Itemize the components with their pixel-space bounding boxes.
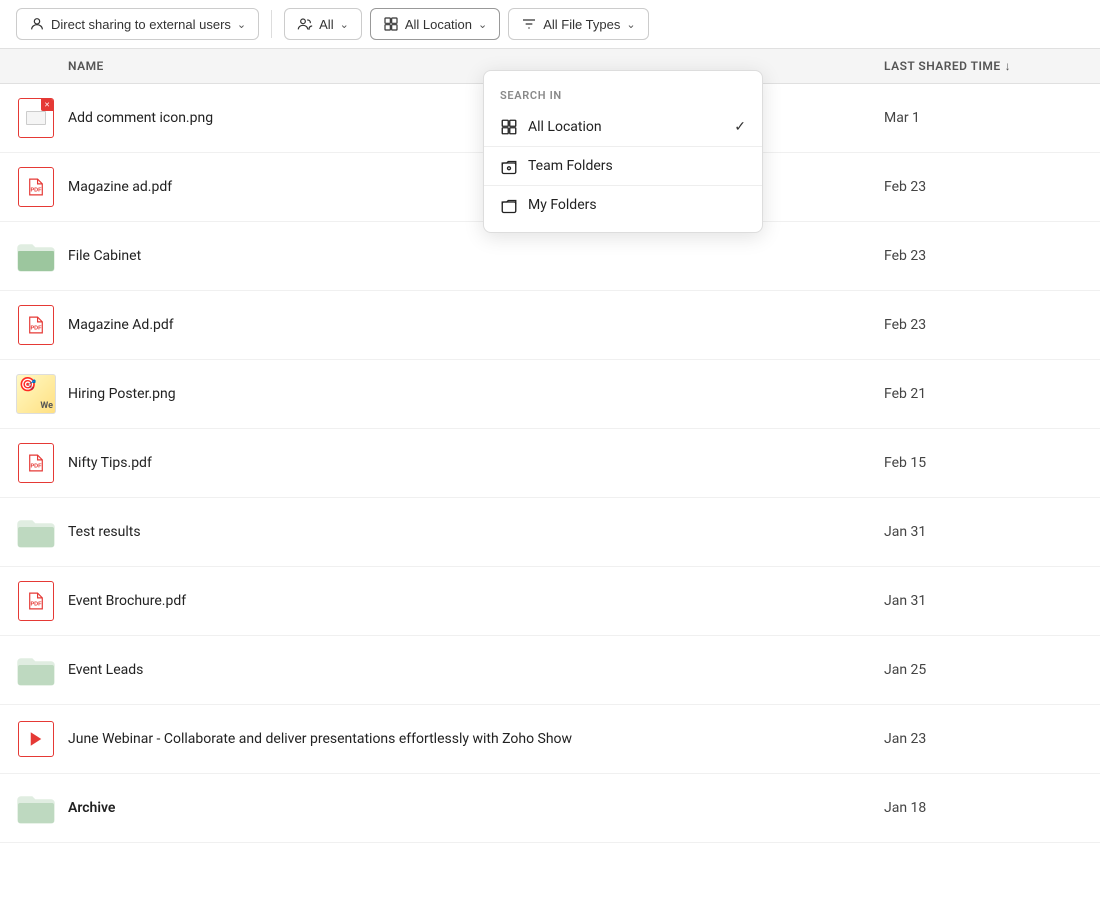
file-date: Feb 23: [884, 248, 1084, 264]
folder-icon: [16, 512, 56, 552]
folder-icon: [16, 650, 56, 690]
file-date: Jan 31: [884, 593, 1084, 609]
checkmark-icon: ✓: [734, 119, 746, 135]
file-date: Jan 25: [884, 662, 1084, 678]
file-icon: PDF: [16, 443, 56, 483]
file-type-filter-label: All File Types: [543, 17, 620, 32]
table-row[interactable]: Archive Jan 18: [0, 774, 1100, 843]
file-icon: 🎯 We: [16, 374, 56, 414]
file-date: Mar 1: [884, 110, 1084, 126]
file-name: Archive: [68, 800, 884, 816]
my-folders-icon: [500, 196, 518, 214]
file-date: Jan 23: [884, 731, 1084, 747]
sharing-filter-button[interactable]: Direct sharing to external users ⌄: [16, 8, 259, 40]
svg-text:PDF: PDF: [31, 326, 43, 332]
pdf-icon-svg: PDF: [26, 176, 46, 198]
all-filter-label: All: [319, 17, 333, 32]
all-filter-button[interactable]: All ⌄: [284, 8, 362, 40]
sharing-filter-label: Direct sharing to external users: [51, 17, 231, 32]
team-folders-label: Team Folders: [528, 158, 746, 174]
dropdown-item-my-folders[interactable]: My Folders: [484, 186, 762, 224]
dropdown-item-all-location[interactable]: All Location ✓: [484, 108, 762, 146]
svg-text:PDF: PDF: [31, 464, 43, 470]
table-row[interactable]: PDF Event Brochure.pdf Jan 31: [0, 567, 1100, 636]
column-date-header[interactable]: LAST SHARED TIME ↓: [884, 59, 1084, 73]
file-type-filter-button[interactable]: All File Types ⌄: [508, 8, 648, 40]
all-location-label: All Location: [528, 119, 724, 135]
file-icon: ✕: [16, 98, 56, 138]
file-name: Magazine Ad.pdf: [68, 317, 884, 333]
file-name: June Webinar - Collaborate and deliver p…: [68, 731, 884, 747]
toolbar-divider: [271, 10, 272, 38]
user-icon: [29, 16, 45, 32]
folder-icon: [16, 788, 56, 828]
file-date: Jan 18: [884, 800, 1084, 816]
all-location-icon: [500, 118, 518, 136]
my-folders-label: My Folders: [528, 197, 746, 213]
table-row[interactable]: 🎯 We Hiring Poster.png Feb 21: [0, 360, 1100, 429]
location-filter-button[interactable]: All Location ⌄: [370, 8, 500, 40]
file-date: Feb 23: [884, 179, 1084, 195]
presentation-icon: [27, 730, 45, 748]
table-row[interactable]: PDF Magazine Ad.pdf Feb 23: [0, 291, 1100, 360]
file-name: Nifty Tips.pdf: [68, 455, 884, 471]
dropdown-search-label: SEARCH IN: [484, 79, 762, 108]
file-date: Jan 31: [884, 524, 1084, 540]
file-name: Event Leads: [68, 662, 884, 678]
location-icon: [383, 16, 399, 32]
folder-icon: [16, 236, 56, 276]
file-name: Test results: [68, 524, 884, 540]
svg-text:PDF: PDF: [31, 602, 43, 608]
file-name: Event Brochure.pdf: [68, 593, 884, 609]
file-icon: [16, 719, 56, 759]
location-dropdown: SEARCH IN All Location ✓ Team Folders My…: [483, 70, 763, 233]
toolbar: Direct sharing to external users ⌄ All ⌄…: [0, 0, 1100, 49]
table-row[interactable]: Test results Jan 31: [0, 498, 1100, 567]
filter-icon: [521, 16, 537, 32]
chevron-down-icon2: ⌄: [340, 18, 349, 31]
table-row[interactable]: PDF Nifty Tips.pdf Feb 15: [0, 429, 1100, 498]
file-date: Feb 23: [884, 317, 1084, 333]
file-name: File Cabinet: [68, 248, 884, 264]
location-filter-label: All Location: [405, 17, 472, 32]
team-folders-icon: [500, 157, 518, 175]
table-row[interactable]: June Webinar - Collaborate and deliver p…: [0, 705, 1100, 774]
file-icon: PDF: [16, 167, 56, 207]
users-icon: [297, 16, 313, 32]
file-date: Feb 15: [884, 455, 1084, 471]
chevron-down-icon3: ⌄: [478, 18, 487, 31]
svg-text:PDF: PDF: [31, 188, 43, 194]
dropdown-item-team-folders[interactable]: Team Folders: [484, 147, 762, 185]
file-icon: PDF: [16, 581, 56, 621]
table-row[interactable]: Event Leads Jan 25: [0, 636, 1100, 705]
file-date: Feb 21: [884, 386, 1084, 402]
file-icon: PDF: [16, 305, 56, 345]
file-name: Hiring Poster.png: [68, 386, 884, 402]
chevron-down-icon4: ⌄: [626, 18, 635, 31]
chevron-down-icon: ⌄: [237, 18, 246, 31]
